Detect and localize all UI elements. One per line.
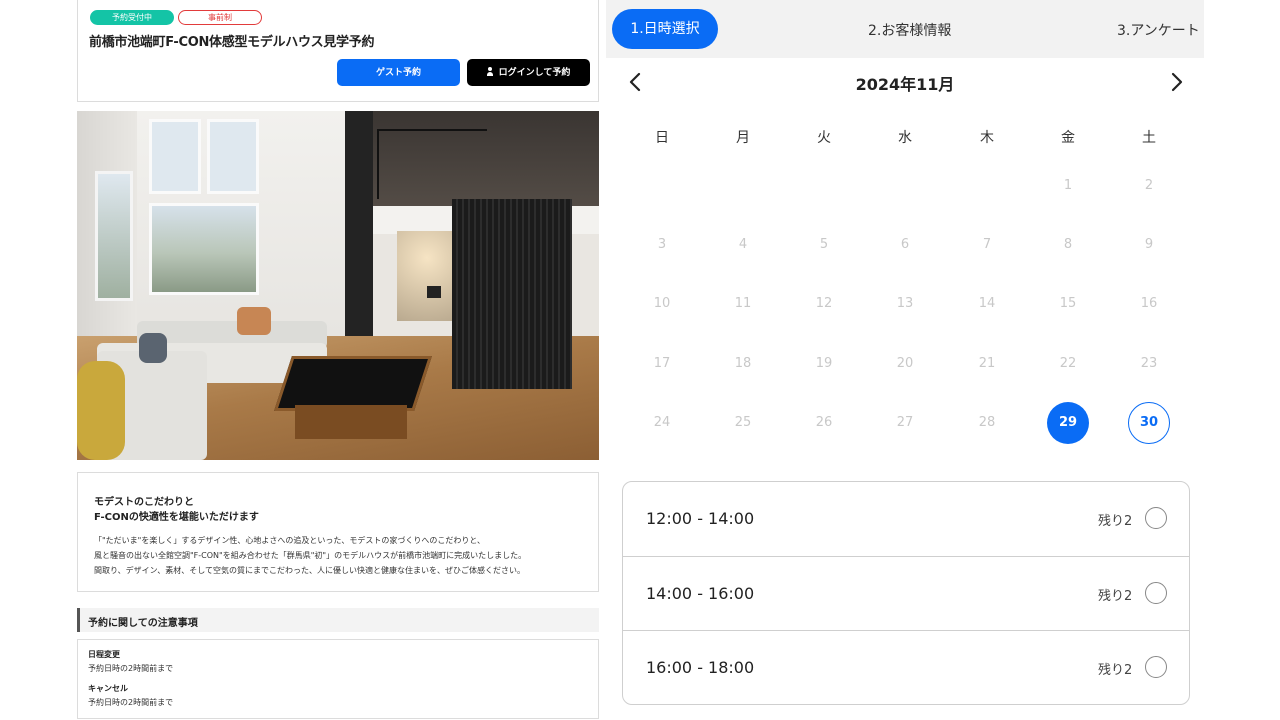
calendar-day-disabled: 26 [815, 415, 833, 430]
calendar-day-disabled: 8 [1063, 237, 1073, 252]
next-month-button[interactable] [1164, 70, 1188, 94]
calendar-day-disabled: 24 [653, 415, 671, 430]
calendar-month-label: 2024年11月 [855, 75, 955, 94]
calendar-day-disabled: 17 [653, 356, 671, 371]
event-title: 前橋市池端町F-CON体感型モデルハウス見学予約 [89, 35, 375, 50]
calendar-day-disabled: 25 [734, 415, 752, 430]
model-house-photo [77, 111, 599, 460]
calendar-day-disabled: 10 [653, 296, 671, 311]
calendar-day-disabled: 11 [734, 296, 752, 311]
calendar-day-disabled: 4 [738, 237, 748, 252]
calendar-day-disabled: 12 [815, 296, 833, 311]
time-slot[interactable]: 14:00 - 16:00 残り2 [623, 556, 1189, 630]
calendar-day-selected[interactable]: 29 [1047, 402, 1089, 444]
slot-radio[interactable] [1145, 582, 1167, 604]
intro-card: モデストのこだわりと F-CONの快適性を堪能いただけます 「"ただいま"を楽し… [77, 472, 599, 592]
event-header-card: 予約受付中 事前制 前橋市池端町F-CON体感型モデルハウス見学予約 ゲスト予約… [77, 0, 599, 102]
intro-heading-line1: モデストのこだわりと [94, 497, 194, 508]
note-label-reschedule: 日程変更 [88, 650, 120, 659]
guest-reserve-button[interactable]: ゲスト予約 [337, 59, 460, 86]
calendar-day-disabled: 18 [734, 356, 752, 371]
calendar-day-disabled: 22 [1059, 356, 1077, 371]
calendar-day-disabled: 28 [978, 415, 996, 430]
calendar-day-disabled: 15 [1059, 296, 1077, 311]
weekday-label: 木 [980, 130, 994, 146]
slot-remaining: 残り2 [1098, 663, 1133, 678]
login-reserve-label: ログインして予約 [498, 67, 571, 77]
intro-line: 「"ただいま"を楽しく」するデザイン性、心地よさへの追及といった、モデストの家づ… [94, 536, 486, 545]
calendar-day-available[interactable]: 30 [1128, 402, 1170, 444]
notes-heading: 予約に関しての注意事項 [77, 608, 599, 632]
notes-card: 日程変更 予約日時の2時間前まで キャンセル 予約日時の2時間前まで [77, 639, 599, 719]
step-customer-info[interactable]: 2.お客様情報 [868, 20, 951, 40]
login-reserve-button[interactable]: ログインして予約 [467, 59, 590, 86]
slot-remaining: 残り2 [1098, 589, 1133, 604]
calendar-day-disabled: 23 [1140, 356, 1158, 371]
note-value-reschedule: 予約日時の2時間前まで [88, 664, 174, 673]
weekday-label: 土 [1142, 130, 1156, 146]
chevron-right-icon [1171, 72, 1183, 92]
intro-description: 「"ただいま"を楽しく」するデザイン性、心地よさへの追及といった、モデストの家づ… [94, 533, 594, 578]
booking-panel: 1.日時選択 2.お客様情報 3.アンケート 2024年11月 日月火水木金土 … [606, 0, 1204, 720]
intro-line: 風と騒音の出ない全館空調"F-CON"を組み合わせた「群馬県"初"」のモデルハウ… [94, 551, 527, 560]
weekday-label: 金 [1061, 130, 1075, 146]
intro-line: 間取り、デザイン、素材、そして空気の質にまでこだわった、人に優しい快適と健康な住… [94, 566, 525, 575]
step-indicator: 1.日時選択 2.お客様情報 3.アンケート [606, 0, 1204, 58]
calendar-day-disabled: 9 [1144, 237, 1154, 252]
slot-time: 14:00 - 16:00 [646, 584, 755, 603]
calendar-day-disabled: 14 [978, 296, 996, 311]
slot-radio[interactable] [1145, 507, 1167, 529]
calendar-day-disabled: 19 [815, 356, 833, 371]
step-date-select[interactable]: 1.日時選択 [612, 9, 718, 49]
weekday-label: 火 [817, 130, 831, 146]
time-slot-list: 12:00 - 14:00 残り2 14:00 - 16:00 残り2 16:0… [622, 481, 1190, 705]
status-badge-open: 予約受付中 [90, 10, 174, 25]
calendar-day-disabled: 20 [896, 356, 914, 371]
calendar-day-disabled: 1 [1063, 178, 1073, 193]
slot-remaining: 残り2 [1098, 514, 1133, 529]
calendar-day-disabled: 13 [896, 296, 914, 311]
calendar-day-disabled: 5 [819, 237, 829, 252]
note-label-cancel: キャンセル [88, 684, 128, 693]
calendar-day-disabled: 27 [896, 415, 914, 430]
slot-time: 12:00 - 14:00 [646, 509, 755, 528]
intro-heading-line2: F-CONの快適性を堪能いただけます [94, 512, 259, 523]
weekday-label: 日 [655, 130, 669, 146]
notes-heading-text: 予約に関しての注意事項 [88, 618, 198, 629]
step-survey[interactable]: 3.アンケート [1117, 20, 1200, 40]
note-value-cancel: 予約日時の2時間前まで [88, 698, 174, 707]
event-detail-panel: 予約受付中 事前制 前橋市池端町F-CON体感型モデルハウス見学予約 ゲスト予約… [0, 0, 640, 720]
calendar-day-disabled: 6 [900, 237, 910, 252]
slot-time: 16:00 - 18:00 [646, 658, 755, 677]
weekday-label: 月 [736, 130, 750, 146]
calendar-day-disabled: 2 [1144, 178, 1154, 193]
time-slot[interactable]: 12:00 - 14:00 残り2 [623, 482, 1189, 556]
calendar-day-disabled: 16 [1140, 296, 1158, 311]
time-slot[interactable]: 16:00 - 18:00 残り2 [623, 630, 1189, 704]
calendar-day-disabled: 21 [978, 356, 996, 371]
slot-radio[interactable] [1145, 656, 1167, 678]
weekday-label: 水 [898, 130, 912, 146]
user-icon [486, 67, 493, 76]
calendar-day-disabled: 7 [982, 237, 992, 252]
calendar-day-disabled: 3 [657, 237, 667, 252]
status-badge-preregistration: 事前制 [178, 10, 262, 25]
